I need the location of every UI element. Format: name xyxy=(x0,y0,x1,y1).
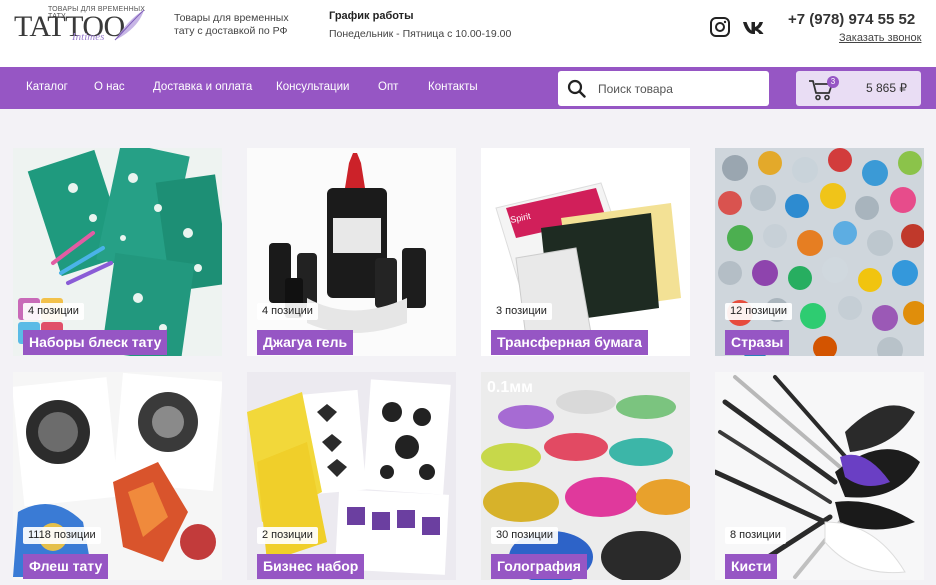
tagline: Товары для временных тату с доставкой по… xyxy=(174,12,289,37)
cart-total: 5 865 ₽ xyxy=(866,81,907,95)
search-icon[interactable] xyxy=(567,79,586,98)
category-count: 3 позиции xyxy=(491,303,552,320)
category-name: Флеш тату xyxy=(23,554,109,579)
schedule-text: Понедельник - Пятница с 10.00-19.00 xyxy=(329,28,512,40)
category-card-glitter-kits[interactable]: 4 позиции Наборы блеск тату xyxy=(13,148,222,356)
category-count: 8 позиции xyxy=(725,527,786,544)
category-name: Голография xyxy=(491,554,587,579)
category-image: Spirit xyxy=(481,148,690,356)
schedule-title: График работы xyxy=(329,10,414,22)
category-image xyxy=(715,372,924,580)
site-header: ТОВАРЫ ДЛЯ ВРЕМЕННЫХ ТАТУ TATTOO Intimes… xyxy=(0,0,936,67)
nav-delivery[interactable]: Доставка и оплата xyxy=(153,81,252,93)
category-image xyxy=(247,372,456,580)
category-card-business-kit[interactable]: 2 позиции Бизнес набор xyxy=(247,372,456,580)
cart-count-badge: 3 xyxy=(827,76,839,88)
nav-contacts[interactable]: Контакты xyxy=(428,81,478,93)
category-name: Бизнес набор xyxy=(257,554,365,579)
category-count: 4 позиции xyxy=(23,303,84,320)
search-box xyxy=(558,71,769,106)
category-name: Наборы блеск тату xyxy=(23,330,168,355)
category-count: 12 позиции xyxy=(725,303,793,320)
category-name: Кисти xyxy=(725,554,778,579)
category-count: 4 позиции xyxy=(257,303,318,320)
glitter-size-label: 0.1мм xyxy=(487,379,533,396)
phone-number[interactable]: +7 (978) 974 55 52 xyxy=(788,11,915,28)
category-card-brushes[interactable]: 8 позиции Кисти xyxy=(715,372,924,580)
search-input[interactable] xyxy=(598,71,763,106)
category-count: 1118 позиции xyxy=(23,527,101,544)
category-count: 30 позиции xyxy=(491,527,559,544)
category-card-flash-tattoo[interactable]: 1118 позиции Флеш тату xyxy=(13,372,222,580)
instagram-icon[interactable] xyxy=(709,16,731,38)
category-card-rhinestones[interactable]: 12 позиции Стразы xyxy=(715,148,924,356)
category-name: Джагуа гель xyxy=(257,330,354,355)
nav-catalog[interactable]: Каталог xyxy=(26,81,68,93)
category-card-transfer-paper[interactable]: Spirit 3 позиции Трансферная бумага xyxy=(481,148,690,356)
cart-button[interactable]: 3 5 865 ₽ xyxy=(796,71,921,106)
feather-icon xyxy=(114,9,145,41)
logo[interactable]: ТОВАРЫ ДЛЯ ВРЕМЕННЫХ ТАТУ TATTOO Intimes xyxy=(14,6,154,50)
nav-consultations[interactable]: Консультации xyxy=(276,81,349,93)
category-name: Трансферная бумага xyxy=(491,330,648,355)
callback-link[interactable]: Заказать звонок xyxy=(839,32,921,44)
category-name: Стразы xyxy=(725,330,790,355)
category-image xyxy=(13,148,222,356)
category-image xyxy=(247,148,456,356)
nav-about[interactable]: О нас xyxy=(94,81,125,93)
vk-icon[interactable] xyxy=(742,16,764,38)
logo-wordmark: TATTOO xyxy=(14,10,125,43)
category-count: 2 позиции xyxy=(257,527,318,544)
category-image xyxy=(13,372,222,580)
logo-subtext: Intimes xyxy=(72,31,105,43)
main-nav: Каталог О нас Доставка и оплата Консульт… xyxy=(0,67,936,109)
nav-wholesale[interactable]: Опт xyxy=(378,81,398,93)
category-card-holographic[interactable]: 0.1мм 30 позиции Голография xyxy=(481,372,690,580)
category-card-jagua-gel[interactable]: 4 позиции Джагуа гель xyxy=(247,148,456,356)
category-image: 0.1мм xyxy=(481,372,690,580)
category-image xyxy=(715,148,924,356)
